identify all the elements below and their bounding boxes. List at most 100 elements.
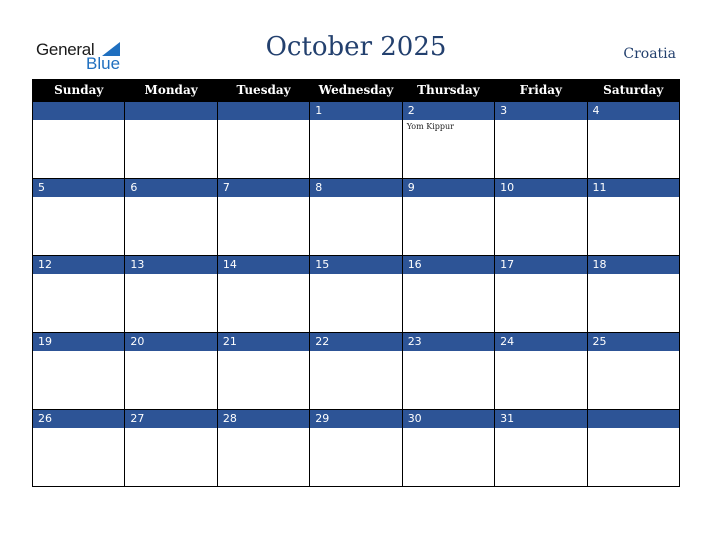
day-cell[interactable]: 3: [494, 101, 588, 179]
day-event: [310, 274, 402, 332]
day-number: 3: [495, 102, 587, 120]
day-cell[interactable]: 16: [401, 255, 496, 333]
day-cell[interactable]: 31: [494, 409, 588, 487]
day-number: 8: [310, 179, 402, 197]
day-cell[interactable]: 25: [586, 332, 681, 410]
day-number: 4: [587, 102, 679, 120]
day-number: 23: [402, 333, 495, 351]
week-row: 5 6 7 8 9 10 11: [31, 178, 681, 256]
day-cell[interactable]: 20: [124, 332, 218, 410]
day-number: 24: [495, 333, 587, 351]
day-cell[interactable]: 10: [494, 178, 588, 256]
day-number: 26: [33, 410, 125, 428]
day-event: [402, 428, 495, 486]
day-number: 30: [402, 410, 495, 428]
day-number: 19: [33, 333, 125, 351]
day-cell[interactable]: 11: [586, 178, 681, 256]
day-cell[interactable]: 9: [401, 178, 496, 256]
country-label: Croatia: [623, 46, 676, 62]
day-event: [587, 351, 679, 409]
day-event: [125, 351, 217, 409]
day-event: [33, 274, 125, 332]
day-event: [33, 428, 125, 486]
day-event: [310, 351, 402, 409]
day-event: [587, 274, 679, 332]
day-event: [33, 351, 125, 409]
day-number: 31: [495, 410, 587, 428]
day-cell[interactable]: 29: [309, 409, 403, 487]
weekday-header: Wednesday: [309, 79, 403, 102]
day-cell[interactable]: 24: [494, 332, 588, 410]
day-cell[interactable]: 19: [31, 332, 126, 410]
day-event: [125, 274, 217, 332]
weekday-header: Sunday: [31, 79, 126, 102]
day-cell[interactable]: 18: [586, 255, 681, 333]
day-cell[interactable]: 8: [309, 178, 403, 256]
day-cell[interactable]: 22: [309, 332, 403, 410]
day-event: [495, 351, 587, 409]
week-row: 26 27 28 29 30 31: [31, 409, 681, 487]
day-cell[interactable]: 23: [401, 332, 496, 410]
day-number: 11: [587, 179, 679, 197]
weekday-header: Thursday: [401, 79, 496, 102]
day-cell[interactable]: 1: [309, 101, 403, 179]
day-cell[interactable]: [216, 101, 311, 179]
day-cell[interactable]: [586, 409, 681, 487]
day-cell[interactable]: 14: [216, 255, 311, 333]
day-number: 7: [217, 179, 310, 197]
day-event: [310, 120, 402, 178]
day-event: [495, 428, 587, 486]
day-cell[interactable]: 27: [124, 409, 218, 487]
day-number: 10: [495, 179, 587, 197]
day-number: 16: [402, 256, 495, 274]
day-number: [587, 410, 679, 428]
day-cell[interactable]: [124, 101, 218, 179]
week-row: 19 20 21 22 23 24 25: [31, 332, 681, 410]
day-event: [495, 120, 587, 178]
day-number: 12: [33, 256, 125, 274]
day-event: [495, 274, 587, 332]
day-event: [310, 197, 402, 255]
day-event: [587, 197, 679, 255]
day-event: [402, 197, 495, 255]
day-event: [125, 120, 217, 178]
day-cell[interactable]: 7: [216, 178, 311, 256]
day-event: [33, 197, 125, 255]
day-cell[interactable]: 28: [216, 409, 311, 487]
day-cell[interactable]: 26: [31, 409, 126, 487]
day-event: [217, 274, 310, 332]
day-number: 5: [33, 179, 125, 197]
day-number: 22: [310, 333, 402, 351]
weekday-header: Monday: [124, 79, 218, 102]
day-number: 29: [310, 410, 402, 428]
day-event: [310, 428, 402, 486]
day-event: [217, 197, 310, 255]
day-event: [217, 351, 310, 409]
day-number: [33, 102, 125, 120]
day-cell[interactable]: 5: [31, 178, 126, 256]
day-number: 17: [495, 256, 587, 274]
day-number: 2: [402, 102, 495, 120]
day-cell[interactable]: 30: [401, 409, 496, 487]
day-cell[interactable]: 13: [124, 255, 218, 333]
page-title: October 2025: [265, 32, 447, 62]
day-number: 14: [217, 256, 310, 274]
day-cell[interactable]: 4: [586, 101, 681, 179]
weekday-header: Friday: [494, 79, 588, 102]
day-event: [587, 120, 679, 178]
day-cell[interactable]: 17: [494, 255, 588, 333]
day-event: [217, 120, 310, 178]
day-cell[interactable]: 15: [309, 255, 403, 333]
day-event: [125, 197, 217, 255]
day-event: Yom Kippur: [402, 120, 495, 178]
day-cell[interactable]: [31, 101, 126, 179]
day-event: [402, 274, 495, 332]
weekday-header: Tuesday: [216, 79, 311, 102]
day-cell[interactable]: 2 Yom Kippur: [401, 101, 496, 179]
day-event: [587, 428, 679, 486]
day-cell[interactable]: 6: [124, 178, 218, 256]
day-cell[interactable]: 21: [216, 332, 311, 410]
week-row: 12 13 14 15 16 17 18: [31, 255, 681, 333]
day-cell[interactable]: 12: [31, 255, 126, 333]
day-number: 28: [217, 410, 310, 428]
